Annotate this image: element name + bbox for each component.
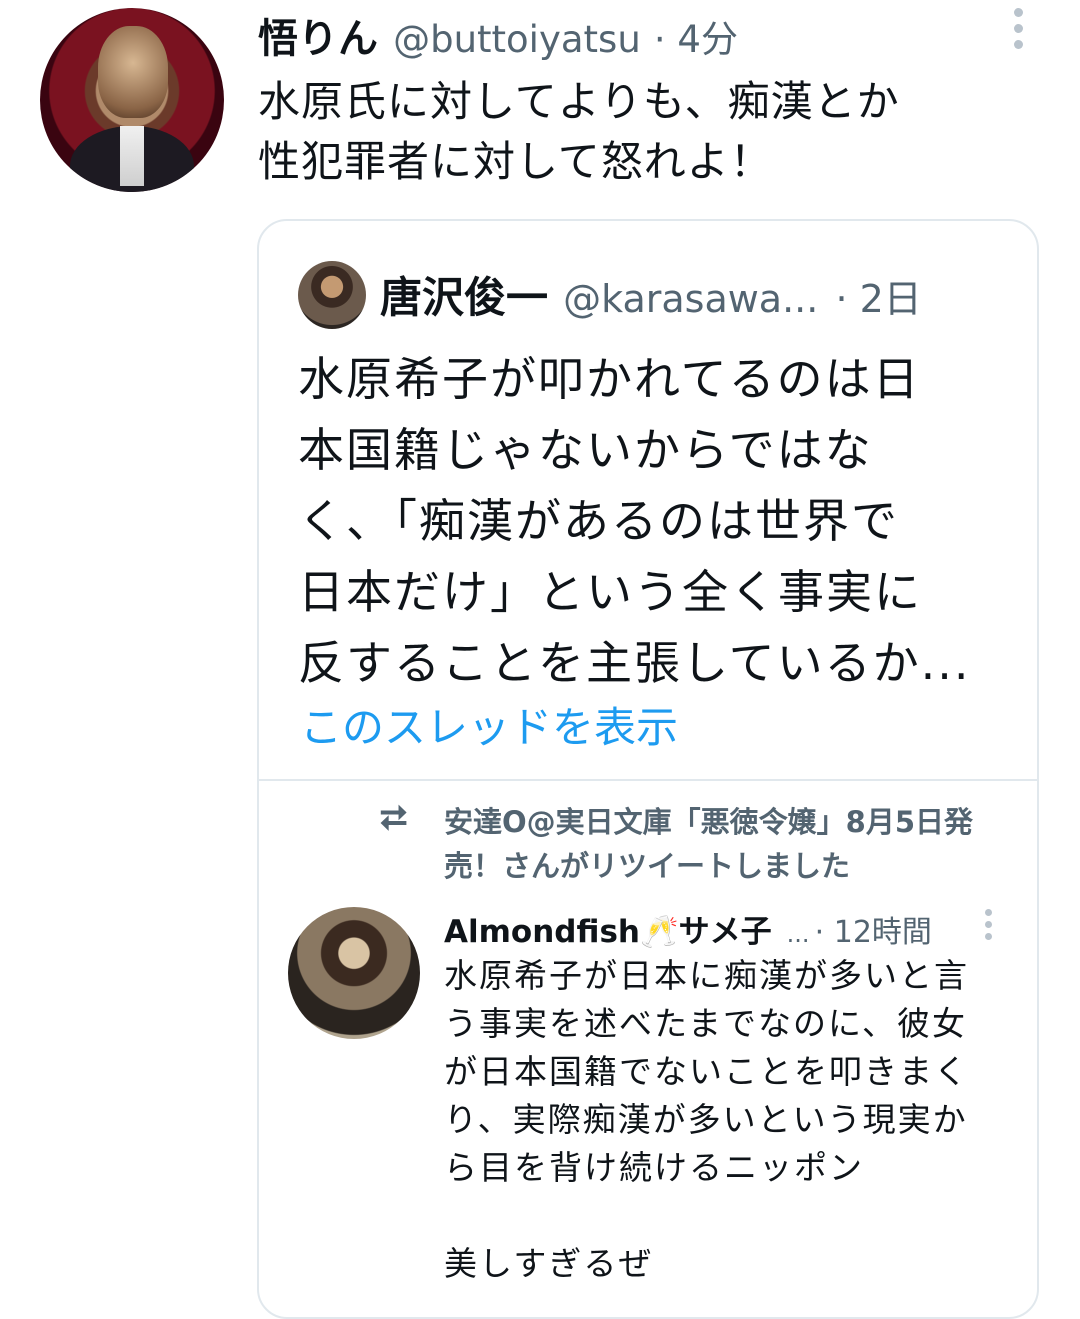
inner-author-name[interactable]: Almondfish🥂サメ子	[444, 914, 772, 950]
quoted-author-name[interactable]: 唐沢俊一	[380, 273, 548, 322]
quoted-header: 唐沢俊一 @karasawa... · 2日	[380, 264, 922, 325]
tweet-text-line: 性犯罪者に対して怒れよ！	[258, 137, 773, 186]
inner-header: Almondfish🥂サメ子 ... · 12時間	[444, 906, 932, 951]
inner-text: 水原希子が日本に痴漢が多いと言 う事実を述べたまでなのに、彼女 が日本国籍でない…	[444, 952, 1004, 1192]
retweet-notice: 安達O@実日文庫「悪徳令嬢」8月5日発 売！さんがリツイートしました	[444, 800, 973, 888]
quoted-text-line: 日本だけ」という全く事実に	[298, 565, 922, 619]
inner-text-line: ら目を背け続けるニッポン	[444, 1148, 864, 1187]
inner-text-line: 水原希子が日本に痴漢が多いと言	[444, 956, 969, 995]
avatar-face	[98, 26, 168, 118]
inner-text-line: が日本国籍でないことを叩きまく	[444, 1052, 969, 1091]
inner-text-line: り、実際痴漢が多いという現実か	[444, 1100, 968, 1139]
quoted-time[interactable]: · 2日	[835, 277, 921, 321]
inner-more-options-icon[interactable]	[985, 909, 994, 945]
divider	[259, 779, 1037, 781]
author-name[interactable]: 悟りん	[258, 16, 378, 62]
inner-text-last: 美しすぎるぜ	[444, 1244, 654, 1283]
tweet-header: 悟りん @buttoiyatsu · 4分	[258, 6, 738, 64]
inner-time[interactable]: · 12時間	[815, 915, 932, 950]
author-handle[interactable]: @buttoiyatsu	[393, 18, 641, 61]
tweet-text: 水原氏に対してよりも、痴漢とか 性犯罪者に対して怒れよ！	[258, 72, 900, 192]
tweet-text-line: 水原氏に対してよりも、痴漢とか	[258, 77, 900, 126]
quoted-text-line: 本国籍じゃないからではな	[298, 423, 873, 477]
tweet-time[interactable]: · 4分	[654, 18, 738, 61]
quoted-text: 水原希子が叩かれてるのは日 本国籍じゃないからではな く、「痴漢があるのは世界で…	[298, 344, 998, 699]
author-avatar[interactable]	[40, 8, 224, 192]
quoted-author-avatar[interactable]	[298, 261, 366, 329]
more-options-icon[interactable]	[1014, 8, 1024, 56]
retweet-icon: ⮂	[380, 798, 408, 838]
show-thread-link[interactable]: このスレッドを表示	[300, 694, 678, 755]
avatar-collar	[120, 126, 144, 186]
retweet-notice-line: 売！さんがリツイートしました	[444, 849, 851, 883]
quoted-text-line: 水原希子が叩かれてるのは日	[298, 352, 921, 406]
quoted-author-handle[interactable]: @karasawa...	[563, 277, 818, 321]
quoted-text-line: く、「痴漢があるのは世界で	[298, 494, 899, 548]
retweet-notice-line: 安達O@実日文庫「悪徳令嬢」8月5日発	[444, 805, 974, 839]
inner-author-avatar[interactable]	[288, 907, 420, 1039]
inner-ellipsis: ...	[786, 920, 810, 948]
quoted-text-line: 反することを主張しているか...	[298, 636, 971, 690]
inner-text-line: う事実を述べたまでなのに、彼女	[444, 1004, 968, 1043]
